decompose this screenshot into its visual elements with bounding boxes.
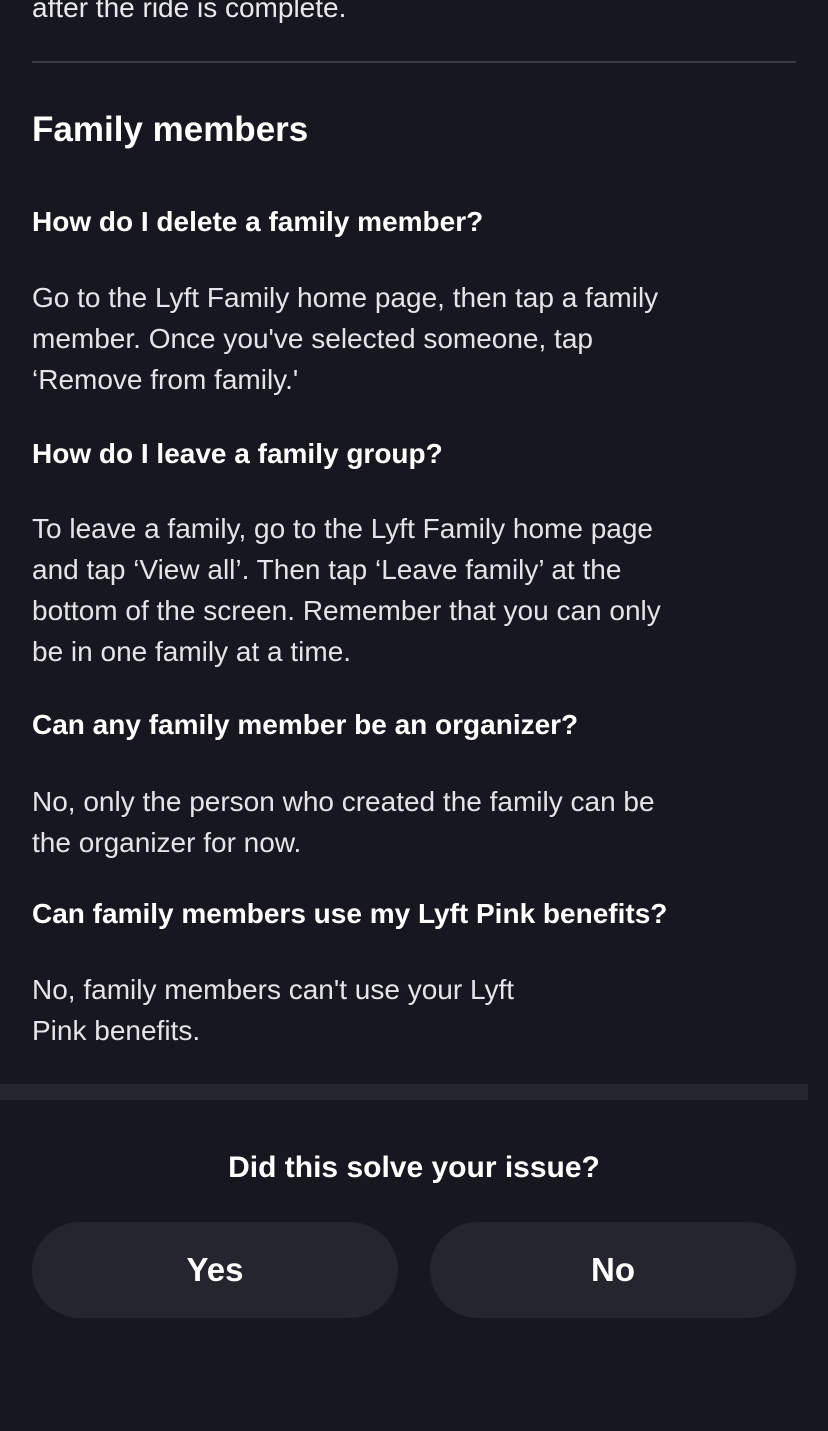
section-title-family-members: Family members — [32, 110, 309, 149]
answer-line: bottom of the screen. Remember that you … — [32, 595, 661, 626]
answer-line: the organizer for now. — [32, 827, 302, 858]
previous-answer-text: after the ride is complete. — [32, 0, 347, 23]
faq-answer-organizer: No, only the person who created the fami… — [32, 781, 802, 863]
section-separator-band — [0, 1084, 808, 1100]
answer-line: No, family members can't use your Lyft — [32, 974, 515, 1005]
answer-line: member. Once you've selected someone, ta… — [32, 323, 593, 354]
faq-question-organizer: Can any family member be an organizer? — [32, 709, 579, 740]
feedback-prompt: Did this solve your issue? — [228, 1151, 600, 1184]
yes-button[interactable]: Yes — [32, 1222, 398, 1318]
faq-answer-leave-group: To leave a family, go to the Lyft Family… — [32, 508, 802, 672]
faq-question-pink-benefits: Can family members use my Lyft Pink bene… — [32, 898, 668, 929]
faq-answer-delete-member: Go to the Lyft Family home page, then ta… — [32, 277, 802, 400]
answer-line: To leave a family, go to the Lyft Family… — [32, 513, 653, 544]
faq-question-leave-group: How do I leave a family group? — [32, 438, 443, 469]
section-divider — [32, 61, 796, 63]
answer-line: and tap ‘View all’. Then tap ‘Leave fami… — [32, 554, 622, 585]
answer-line: be in one family at a time. — [32, 636, 352, 667]
faq-question-delete-member: How do I delete a family member? — [32, 206, 484, 237]
answer-line: ‘Remove from family.' — [32, 364, 299, 395]
answer-line: Pink benefits. — [32, 1015, 201, 1046]
no-button[interactable]: No — [430, 1222, 796, 1318]
answer-line: Go to the Lyft Family home page, then ta… — [32, 282, 659, 313]
faq-answer-pink-benefits: No, family members can't use your Lyft P… — [32, 969, 802, 1051]
answer-line: No, only the person who created the fami… — [32, 786, 655, 817]
